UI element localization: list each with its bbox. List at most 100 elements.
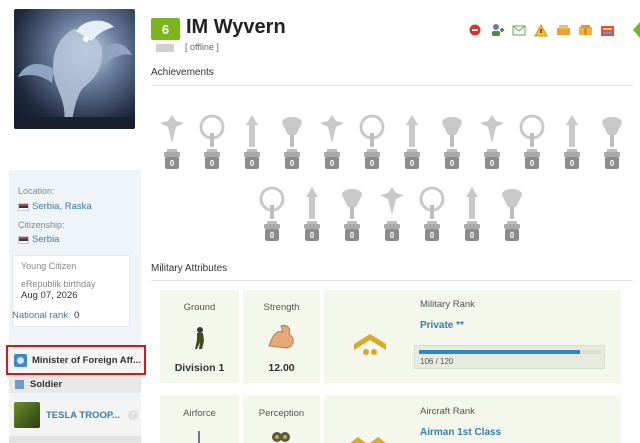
achievement-trophy[interactable]: 0 <box>276 109 308 169</box>
ground-division-box: Ground Division 1 <box>160 290 239 383</box>
soldier-icon <box>195 327 204 349</box>
achievement-trophy[interactable]: 0 <box>156 109 188 169</box>
perception-box: Perception <box>243 395 320 443</box>
flag-icon <box>15 379 24 389</box>
achievement-count: 0 <box>165 157 179 169</box>
achievement-count: 0 <box>605 157 619 169</box>
unit-info-icon[interactable]: ? <box>128 410 138 420</box>
achievement-count: 0 <box>365 157 379 169</box>
rank-progress-text: 106 / 120 <box>420 357 454 366</box>
ground-label: Ground <box>183 302 216 313</box>
birthday-value: Aug 07, 2026 <box>21 290 78 301</box>
serbia-flag-icon <box>18 235 29 244</box>
serbia-flag-icon <box>18 202 29 211</box>
achievement-count: 0 <box>465 229 479 241</box>
profile-sidebar: Location: Serbia, Raska Citizenship: Ser… <box>0 0 148 443</box>
ground-division: Division 1 <box>174 362 225 374</box>
citizenship-label: Citizenship: <box>18 220 65 230</box>
role-badge: Soldier <box>9 375 141 393</box>
citizenship-link[interactable]: Serbia <box>18 234 59 245</box>
strength-label: Strength <box>263 302 300 313</box>
achievement-trophy[interactable]: 0 <box>196 109 228 169</box>
profile-actions <box>467 22 615 38</box>
ministry-title[interactable]: Minister of Foreign Aff... <box>32 355 144 366</box>
unit-name[interactable]: TESLA TROOP... <box>46 410 122 421</box>
achievement-trophy[interactable]: 0 <box>336 181 368 241</box>
ministry-badge[interactable]: Minister of Foreign Aff... <box>6 345 146 375</box>
sidebar-next-item <box>9 436 141 443</box>
achievement-count: 0 <box>565 157 579 169</box>
achievement-trophy[interactable]: 0 <box>496 181 528 241</box>
perception-label: Perception <box>258 408 305 419</box>
achievement-count: 0 <box>245 157 259 169</box>
airforce-box: Airforce <box>160 395 239 443</box>
national-rank-value: 0 <box>73 310 80 321</box>
achievement-trophy[interactable]: 0 <box>516 109 548 169</box>
achievement-trophy[interactable]: 0 <box>436 109 468 169</box>
role-label: Soldier <box>30 378 63 390</box>
achievement-trophy[interactable]: 0 <box>416 181 448 241</box>
airforce-label: Airforce <box>183 408 216 419</box>
gift-icon[interactable] <box>577 22 593 38</box>
divider <box>151 280 633 281</box>
globe-icon <box>14 353 27 367</box>
citizen-name: IM Wyvern <box>186 16 286 38</box>
aircraft-rank-label: Aircraft Rank <box>420 406 475 417</box>
divider <box>151 85 633 86</box>
national-rank[interactable]: National rank 0 <box>12 310 79 321</box>
location-value[interactable]: Serbia, Raska <box>32 201 92 212</box>
achievement-trophy[interactable]: 0 <box>396 109 428 169</box>
achievement-trophy[interactable]: 0 <box>596 109 628 169</box>
level-badge: 6 <box>151 18 180 40</box>
birthday-label: eRepublik birthday <box>21 279 96 289</box>
plane-icon <box>198 431 200 443</box>
achievement-trophy[interactable]: 0 <box>556 109 588 169</box>
strength-box: Strength 12.00 <box>243 290 320 383</box>
status-chip <box>156 44 174 52</box>
add-friend-icon[interactable] <box>489 22 505 38</box>
achievement-count: 0 <box>505 229 519 241</box>
achievement-trophy[interactable]: 0 <box>456 181 488 241</box>
achievements-title: Achievements <box>151 67 214 78</box>
citizenship-value[interactable]: Serbia <box>32 234 59 245</box>
collapse-chevron-icon[interactable] <box>632 22 640 38</box>
perception-goggles-icon <box>272 432 290 442</box>
dragon-avatar[interactable] <box>14 9 135 129</box>
achievement-trophy[interactable]: 0 <box>356 109 388 169</box>
rank-progress-fill <box>419 350 580 354</box>
achievement-count: 0 <box>265 229 279 241</box>
location-link[interactable]: Serbia, Raska <box>18 201 92 212</box>
achievement-count: 0 <box>525 157 539 169</box>
achievement-count: 0 <box>405 157 419 169</box>
military-unit[interactable]: TESLA TROOP... ? <box>9 397 141 433</box>
achievement-count: 0 <box>385 229 399 241</box>
achievement-trophy[interactable]: 0 <box>256 181 288 241</box>
achievement-count: 0 <box>285 157 299 169</box>
rank-progress-track <box>419 350 601 354</box>
citizen-title: Young Citizen <box>21 261 77 271</box>
achievement-count: 0 <box>425 229 439 241</box>
achievement-trophy[interactable]: 0 <box>476 109 508 169</box>
online-status: [ offline ] <box>185 42 219 52</box>
achievement-trophy[interactable]: 0 <box>376 181 408 241</box>
warning-icon[interactable] <box>533 22 549 38</box>
rank-chevron-icon <box>354 334 386 355</box>
strength-arm-icon <box>268 325 294 349</box>
achievement-count: 0 <box>445 157 459 169</box>
achievement-count: 0 <box>305 229 319 241</box>
achievement-trophy[interactable]: 0 <box>236 109 268 169</box>
achievement-trophy[interactable]: 0 <box>316 109 348 169</box>
aircraft-rank-name[interactable]: Airman 1st Class <box>420 427 501 438</box>
national-rank-label[interactable]: National rank <box>12 310 68 321</box>
unit-avatar[interactable] <box>14 402 40 428</box>
achievement-count: 0 <box>485 157 499 169</box>
exchange-icon[interactable] <box>599 22 615 38</box>
achievement-trophy[interactable]: 0 <box>296 181 328 241</box>
remove-icon[interactable] <box>467 22 483 38</box>
military-rank-label: Military Rank <box>420 299 475 310</box>
achievement-count: 0 <box>205 157 219 169</box>
achievement-count: 0 <box>325 157 339 169</box>
donate-icon[interactable] <box>555 22 571 38</box>
message-icon[interactable] <box>511 22 527 38</box>
military-rank-name[interactable]: Private ** <box>420 320 464 331</box>
